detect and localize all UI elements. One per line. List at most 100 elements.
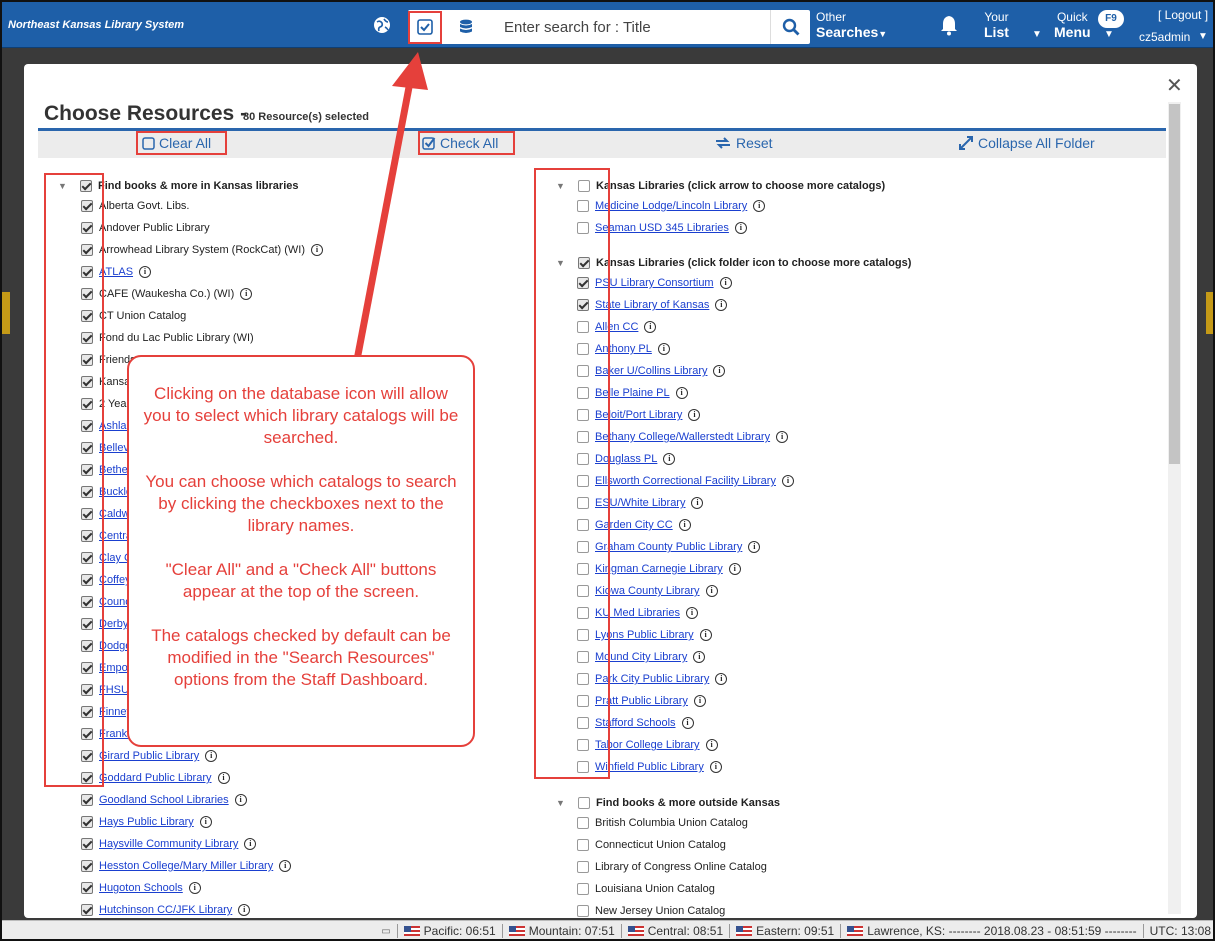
resource-checkbox[interactable] [577, 883, 589, 895]
resource-checkbox[interactable] [577, 905, 589, 917]
globe-icon[interactable] [372, 15, 392, 35]
info-icon[interactable]: i [748, 541, 761, 553]
resource-item: Hugoton Schools i [81, 879, 201, 897]
info-icon[interactable]: i [691, 497, 704, 509]
info-icon[interactable]: i [688, 409, 701, 421]
resource-checkbox[interactable] [577, 861, 589, 873]
username[interactable]: cz5admin [1139, 30, 1190, 44]
resource-item: Haysville Community Library i [81, 835, 257, 853]
info-icon[interactable]: i [234, 794, 247, 806]
resource-label[interactable]: Graham County Public Library [595, 541, 742, 553]
info-icon[interactable]: i [188, 882, 201, 894]
resource-label[interactable]: Hutchinson CC/JFK Library [99, 904, 232, 916]
resource-label[interactable]: State Library of Kansas [595, 299, 709, 311]
info-icon[interactable]: i [678, 519, 691, 531]
resource-label[interactable]: Haysville Community Library [99, 838, 238, 850]
info-icon[interactable]: i [776, 431, 789, 443]
search-button[interactable] [770, 10, 810, 44]
resource-label[interactable]: Tabor College Library [595, 739, 700, 751]
us-flag-icon [403, 926, 420, 936]
info-icon[interactable]: i [705, 585, 718, 597]
resource-label[interactable]: Goodland School Libraries [99, 794, 229, 806]
resource-label[interactable]: Seaman USD 345 Libraries [595, 222, 729, 234]
resource-label[interactable]: Hays Public Library [99, 816, 194, 828]
resource-label[interactable]: Park City Public Library [595, 673, 709, 685]
scrollbar-thumb[interactable] [1169, 104, 1180, 464]
close-icon[interactable]: ✕ [1166, 76, 1183, 96]
info-icon[interactable]: i [675, 387, 688, 399]
resource-label[interactable]: Kingman Carnegie Library [595, 563, 723, 575]
info-icon[interactable]: i [699, 629, 712, 641]
info-icon[interactable]: i [693, 651, 706, 663]
resource-label[interactable]: Kiowa County Library [595, 585, 700, 597]
info-icon[interactable]: i [713, 365, 726, 377]
info-icon[interactable]: i [205, 750, 218, 762]
resource-label[interactable]: Hugoton Schools [99, 882, 183, 894]
bell-icon[interactable] [938, 14, 960, 36]
group-checkbox[interactable] [578, 797, 590, 809]
info-icon[interactable]: i [715, 673, 728, 685]
info-icon[interactable]: i [139, 266, 152, 278]
info-icon[interactable]: i [734, 222, 747, 234]
resource-label[interactable]: Girard Public Library [99, 750, 199, 762]
info-icon[interactable]: i [709, 761, 722, 773]
reset-button[interactable]: Reset [714, 135, 773, 151]
info-icon[interactable]: i [238, 904, 251, 916]
info-icon[interactable]: i [728, 563, 741, 575]
your-list-button[interactable]: Your List [984, 10, 1009, 40]
resource-checkbox[interactable] [81, 860, 93, 872]
timezone-text: Central: 08:51 [647, 924, 724, 938]
resource-label[interactable]: Baker U/Collins Library [595, 365, 707, 377]
info-icon[interactable]: i [240, 288, 253, 300]
resource-checkbox[interactable] [81, 838, 93, 850]
timezone-clock: UTC: 13:08 [1142, 924, 1213, 938]
resource-item: Arrowhead Library System (RockCat) (WI) i [81, 241, 323, 259]
search-input[interactable] [488, 13, 758, 41]
info-icon[interactable]: i [693, 695, 706, 707]
resource-checkbox[interactable] [81, 794, 93, 806]
resource-checkbox[interactable] [81, 882, 93, 894]
timezone-text: Lawrence, KS: -------- 2018.08.23 - 08:5… [867, 924, 1137, 938]
info-icon[interactable]: i [685, 607, 698, 619]
info-icon[interactable]: i [199, 816, 212, 828]
info-icon[interactable]: i [719, 277, 732, 289]
info-icon[interactable]: i [705, 739, 718, 751]
info-icon[interactable]: i [753, 200, 766, 212]
database-icon[interactable] [452, 10, 480, 44]
user-caret-down-icon[interactable]: ▼ [1198, 31, 1208, 42]
other-searches-menu[interactable]: Other Searches▼ [816, 10, 887, 40]
reset-arrows-icon [716, 137, 730, 149]
info-icon[interactable]: i [715, 299, 728, 311]
logout-link[interactable]: [ Logout ] [1158, 8, 1208, 22]
expand-arrow-icon[interactable]: ▼ [556, 798, 566, 808]
info-icon[interactable]: i [217, 772, 230, 784]
info-icon[interactable]: i [663, 453, 676, 465]
info-icon[interactable]: i [311, 244, 323, 256]
menu-caret-down-icon[interactable]: ▼ [1104, 29, 1114, 40]
resource-label[interactable]: Medicine Lodge/Lincoln Library [595, 200, 747, 212]
info-icon[interactable]: i [781, 475, 794, 487]
list-caret-down-icon[interactable]: ▼ [1032, 29, 1042, 40]
resource-label[interactable]: Ellsworth Correctional Facility Library [595, 475, 776, 487]
callout-paragraph-2: You can choose which catalogs to search … [145, 472, 457, 535]
resource-label[interactable]: Bethany College/Wallerstedt Library [595, 431, 770, 443]
info-icon[interactable]: i [644, 321, 657, 333]
collapse-all-folder-button[interactable]: Collapse All Folder [958, 135, 1095, 151]
resource-checkbox[interactable] [81, 816, 93, 828]
resource-label[interactable]: Hesston College/Mary Miller Library [99, 860, 273, 872]
resource-label[interactable]: Goddard Public Library [99, 772, 212, 784]
info-icon[interactable]: i [244, 838, 257, 850]
resource-label[interactable]: Winfield Public Library [595, 761, 704, 773]
resource-label[interactable]: PSU Library Consortium [595, 277, 714, 289]
info-icon[interactable]: i [279, 860, 292, 872]
info-icon[interactable]: i [681, 717, 694, 729]
resource-checkbox[interactable] [577, 817, 589, 829]
app-title[interactable]: Northeast Kansas Library System [8, 19, 184, 31]
resource-checkbox[interactable] [81, 904, 93, 916]
us-flag-icon [736, 926, 753, 936]
search-icon [782, 18, 799, 36]
quick-menu-button[interactable]: Quick Menu [1054, 10, 1091, 40]
info-icon[interactable]: i [657, 343, 670, 355]
resource-label[interactable]: ATLAS [99, 266, 133, 278]
resource-checkbox[interactable] [577, 839, 589, 851]
